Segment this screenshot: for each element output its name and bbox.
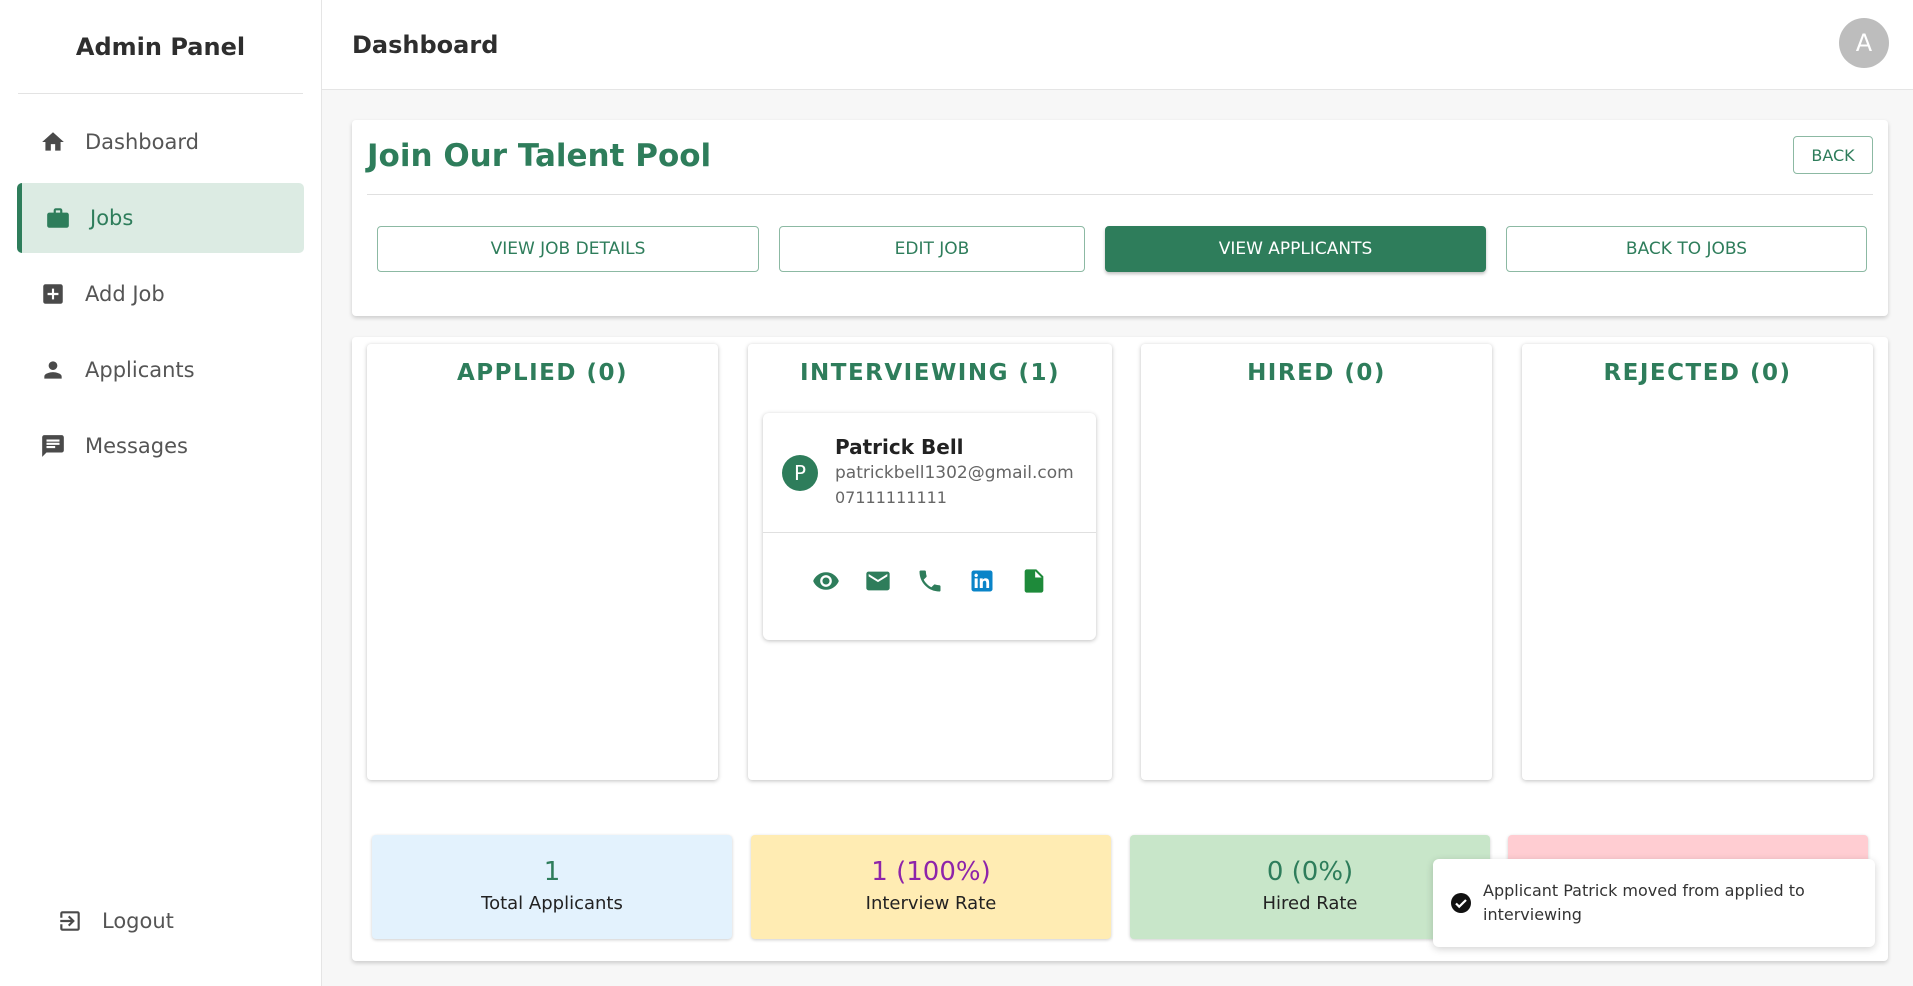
applicant-phone: 07111111111 <box>835 488 947 507</box>
sidebar-item-jobs[interactable]: Jobs <box>17 183 304 253</box>
chat-icon <box>39 432 67 460</box>
add-box-icon <box>39 280 67 308</box>
column-hired: HIRED (0) <box>1141 344 1492 780</box>
email-icon[interactable] <box>862 565 894 597</box>
sidebar-item-dashboard[interactable]: Dashboard <box>17 107 304 177</box>
job-header-card: Join Our Talent Pool BACK VIEW JOB DETAI… <box>352 120 1888 316</box>
view-applicants-button[interactable]: VIEW APPLICANTS <box>1105 226 1486 272</box>
column-title: HIRED (0) <box>1247 360 1386 386</box>
sidebar-item-label: Dashboard <box>85 130 199 154</box>
topbar: Dashboard A <box>322 0 1913 90</box>
check-circle-icon <box>1451 893 1471 913</box>
sidebar-item-label: Jobs <box>90 206 134 230</box>
linkedin-icon[interactable] <box>966 565 998 597</box>
page-title: Dashboard <box>352 30 499 59</box>
phone-icon[interactable] <box>914 565 946 597</box>
stat-label: Interview Rate <box>865 893 997 914</box>
toast-notification[interactable]: Applicant Patrick moved from applied to … <box>1433 859 1875 947</box>
sidebar-item-label: Add Job <box>85 282 165 306</box>
stat-interview-rate: 1 (100%) Interview Rate <box>751 835 1111 939</box>
column-interviewing: INTERVIEWING (1) P Patrick Bell patrickb… <box>748 344 1112 780</box>
job-title: Join Our Talent Pool <box>367 138 712 174</box>
stat-value: 1 <box>543 857 561 887</box>
column-title: INTERVIEWING (1) <box>799 360 1061 386</box>
brand-title: Admin Panel <box>18 0 303 94</box>
column-rejected: REJECTED (0) <box>1522 344 1873 780</box>
applicant-card[interactable]: P Patrick Bell patrickbell1302@gmail.com… <box>763 413 1096 640</box>
briefcase-icon <box>44 204 72 232</box>
sidebar: Admin Panel Dashboard Jobs Add Job Appli… <box>0 0 322 986</box>
applicant-avatar: P <box>782 455 818 491</box>
sidebar-item-messages[interactable]: Messages <box>17 411 304 481</box>
column-title: REJECTED (0) <box>1603 360 1792 386</box>
applicant-actions <box>763 565 1096 597</box>
view-job-details-button[interactable]: VIEW JOB DETAILS <box>377 226 759 272</box>
back-to-jobs-button[interactable]: BACK TO JOBS <box>1506 226 1867 272</box>
divider <box>367 194 1873 195</box>
applicant-email: patrickbell1302@gmail.com <box>835 463 1074 483</box>
stat-value: 1 (100%) <box>871 857 991 887</box>
back-button[interactable]: BACK <box>1793 136 1873 174</box>
toast-message: Applicant Patrick moved from applied to … <box>1483 881 1805 924</box>
document-icon[interactable] <box>1018 565 1050 597</box>
applicant-name: Patrick Bell <box>835 435 964 459</box>
sidebar-item-add-job[interactable]: Add Job <box>17 259 304 329</box>
logout-icon <box>56 907 84 935</box>
logout-button[interactable]: Logout <box>34 886 287 956</box>
avatar[interactable]: A <box>1839 18 1889 68</box>
column-title: APPLIED (0) <box>456 360 629 386</box>
edit-job-button[interactable]: EDIT JOB <box>779 226 1085 272</box>
home-icon <box>39 128 67 156</box>
sidebar-nav: Dashboard Jobs Add Job Applicants Messag… <box>0 107 321 481</box>
logout-label: Logout <box>102 909 174 933</box>
stat-total-applicants: 1 Total Applicants <box>372 835 732 939</box>
sidebar-item-label: Applicants <box>85 358 195 382</box>
sidebar-item-label: Messages <box>85 434 188 458</box>
stat-label: Total Applicants <box>481 893 623 914</box>
person-icon <box>39 356 67 384</box>
divider <box>763 532 1096 533</box>
column-applied: APPLIED (0) <box>367 344 718 780</box>
eye-icon[interactable] <box>810 565 842 597</box>
sidebar-item-applicants[interactable]: Applicants <box>17 335 304 405</box>
